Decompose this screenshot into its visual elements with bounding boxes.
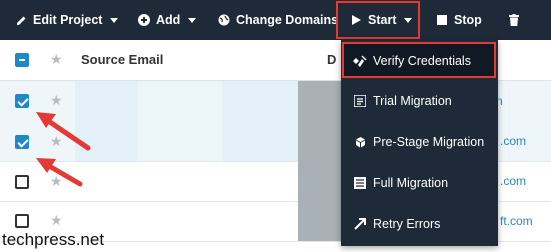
star-icon[interactable]: ★ — [50, 92, 63, 109]
row-checkbox[interactable] — [15, 135, 29, 149]
menu-item-label: Pre-Stage Migration — [373, 135, 485, 149]
destination-email-fragment[interactable]: .com — [500, 134, 526, 148]
change-domains-label: Change Domains — [236, 13, 339, 27]
watermark: techpress.net — [2, 230, 105, 249]
menu-item-label: Retry Errors — [373, 217, 441, 231]
row-checkbox[interactable] — [15, 214, 29, 228]
trash-icon — [508, 14, 520, 26]
menu-item-label: Verify Credentials — [373, 54, 471, 68]
verify-icon — [353, 54, 367, 68]
star-icon[interactable]: ★ — [50, 173, 63, 190]
delete-button[interactable] — [508, 0, 526, 40]
menu-item-verify-credentials-overlay[interactable]: Verify Credentials — [341, 41, 498, 81]
chevron-down-icon — [110, 17, 119, 23]
star-icon[interactable]: ★ — [50, 51, 63, 68]
menu-item-pre-stage-migration[interactable]: Pre-Stage Migration — [341, 122, 498, 162]
change-domains-button[interactable]: Change Domains — [218, 0, 338, 40]
destination-email-fragment[interactable]: .com — [500, 174, 526, 188]
list-icon — [353, 94, 367, 108]
column-header-source-email[interactable]: Source Email — [81, 52, 163, 67]
edit-project-label: Edit Project — [33, 13, 103, 27]
star-icon[interactable]: ★ — [50, 133, 63, 150]
globe-icon — [218, 14, 230, 26]
add-button[interactable]: Add — [138, 0, 197, 40]
redacted-cell — [138, 81, 222, 121]
start-highlight — [336, 1, 420, 39]
stop-square-icon — [436, 14, 448, 26]
chevron-down-icon — [188, 17, 197, 23]
cubes-icon — [353, 135, 367, 149]
star-icon[interactable]: ★ — [50, 212, 63, 229]
toolbar: Edit Project Add Change Domains Start St… — [0, 0, 551, 40]
stop-button[interactable]: Stop — [436, 0, 482, 40]
redacted-cell — [138, 121, 222, 161]
row-checkbox[interactable] — [15, 94, 29, 108]
bars-icon — [353, 176, 367, 190]
menu-item-retry-errors[interactable]: Retry Errors — [341, 204, 498, 244]
menu-item-full-migration[interactable]: Full Migration — [341, 163, 498, 203]
edit-project-button[interactable]: Edit Project — [15, 0, 119, 40]
row-checkbox[interactable] — [15, 175, 29, 189]
select-all-checkbox[interactable] — [15, 53, 29, 67]
add-label: Add — [156, 13, 181, 27]
column-header-destination[interactable]: D — [327, 52, 336, 67]
pencil-icon — [15, 14, 27, 26]
menu-item-trial-migration[interactable]: Trial Migration — [341, 81, 498, 121]
menu-item-label: Trial Migration — [373, 94, 452, 108]
destination-email-fragment[interactable]: ft.com — [500, 214, 533, 228]
retry-arrow-icon — [353, 217, 367, 231]
menu-item-label: Full Migration — [373, 176, 449, 190]
plus-circle-icon — [138, 14, 150, 26]
stop-label: Stop — [454, 13, 482, 27]
